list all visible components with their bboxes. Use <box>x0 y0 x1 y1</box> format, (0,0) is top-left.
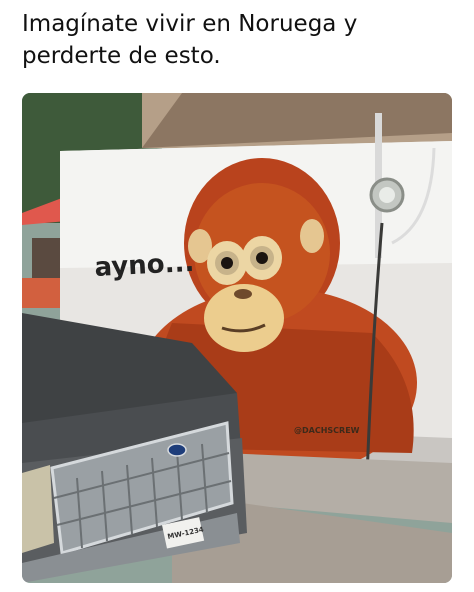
artist-signature: @DACHSCREW <box>294 426 360 435</box>
meme-caption: Imagínate vivir en Noruega y perderte de… <box>22 11 358 69</box>
street-photo: ayno... @DACHSCREW MW-1234 <box>22 93 452 583</box>
headlight <box>22 465 54 553</box>
graffiti-tag: ayno... <box>94 248 195 283</box>
ford-emblem <box>167 443 187 457</box>
